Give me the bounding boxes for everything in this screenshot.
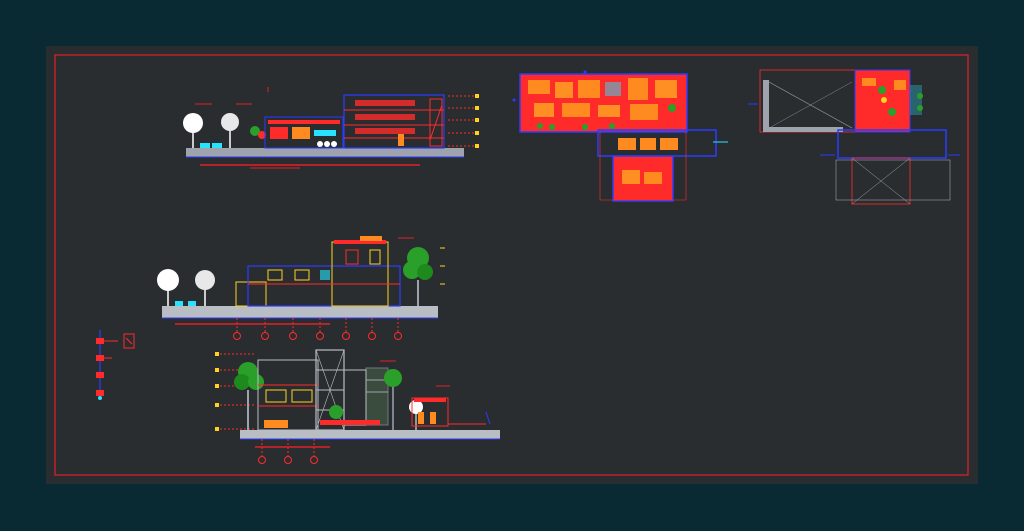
tree-icon: [234, 362, 264, 430]
elevation-drawing-1[interactable]: [157, 236, 445, 340]
tree-icon: [183, 113, 203, 148]
cad-viewport[interactable]: [0, 0, 1024, 531]
drawing-canvas[interactable]: [0, 0, 1024, 531]
level-markers: [448, 94, 479, 148]
ground-line: [240, 430, 500, 439]
roof-plan[interactable]: [748, 69, 960, 205]
ground-line: [162, 306, 438, 318]
grid-axis-markers: [258, 439, 318, 464]
car-icon: [200, 143, 210, 148]
floor-plan-1[interactable]: [512, 70, 729, 202]
section-drawing-1[interactable]: [183, 87, 479, 169]
car-icon: [212, 143, 222, 148]
car-icon: [175, 301, 183, 306]
grid-axis-markers: [233, 318, 402, 340]
tree-icon: [157, 269, 179, 306]
tree-icon: [403, 247, 433, 306]
ground-line: [186, 148, 464, 157]
elevation-drawing-2[interactable]: [215, 349, 500, 464]
tree-icon: [221, 113, 239, 148]
car-icon: [264, 420, 288, 428]
car-icon: [188, 301, 196, 306]
detail-drawing[interactable]: [96, 330, 135, 400]
tree-icon: [195, 270, 215, 306]
